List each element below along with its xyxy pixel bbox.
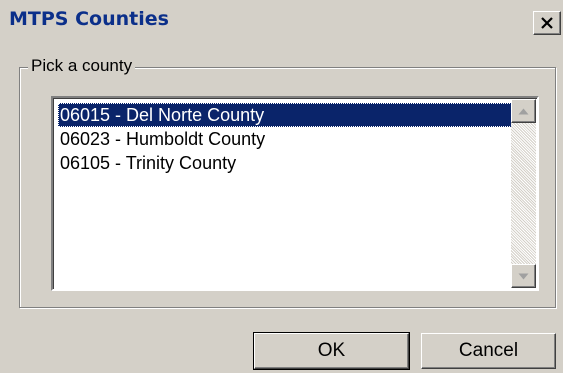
scroll-up-button[interactable] [511, 99, 536, 123]
close-button[interactable] [533, 11, 561, 35]
list-item[interactable]: 06023 - Humboldt County [58, 127, 514, 151]
county-listbox[interactable]: 06015 - Del Norte County 06023 - Humbold… [51, 96, 539, 291]
cancel-button[interactable]: Cancel [421, 333, 556, 369]
arrow-down-icon [518, 273, 529, 279]
arrow-up-icon [518, 108, 529, 114]
vertical-scrollbar[interactable] [511, 99, 536, 288]
close-icon [541, 16, 553, 29]
window-title: MTPS Counties [9, 8, 169, 30]
county-list: 06015 - Del Norte County 06023 - Humbold… [58, 103, 514, 175]
scroll-down-button[interactable] [511, 264, 536, 288]
ok-button[interactable]: OK [253, 332, 410, 370]
dialog-window: MTPS Counties Pick a county 06015 - Del … [0, 0, 563, 373]
list-item[interactable]: 06015 - Del Norte County [58, 103, 514, 127]
title-bar[interactable]: MTPS Counties [0, 0, 563, 46]
groupbox-label: Pick a county [28, 55, 136, 77]
list-item[interactable]: 06105 - Trinity County [58, 151, 514, 175]
